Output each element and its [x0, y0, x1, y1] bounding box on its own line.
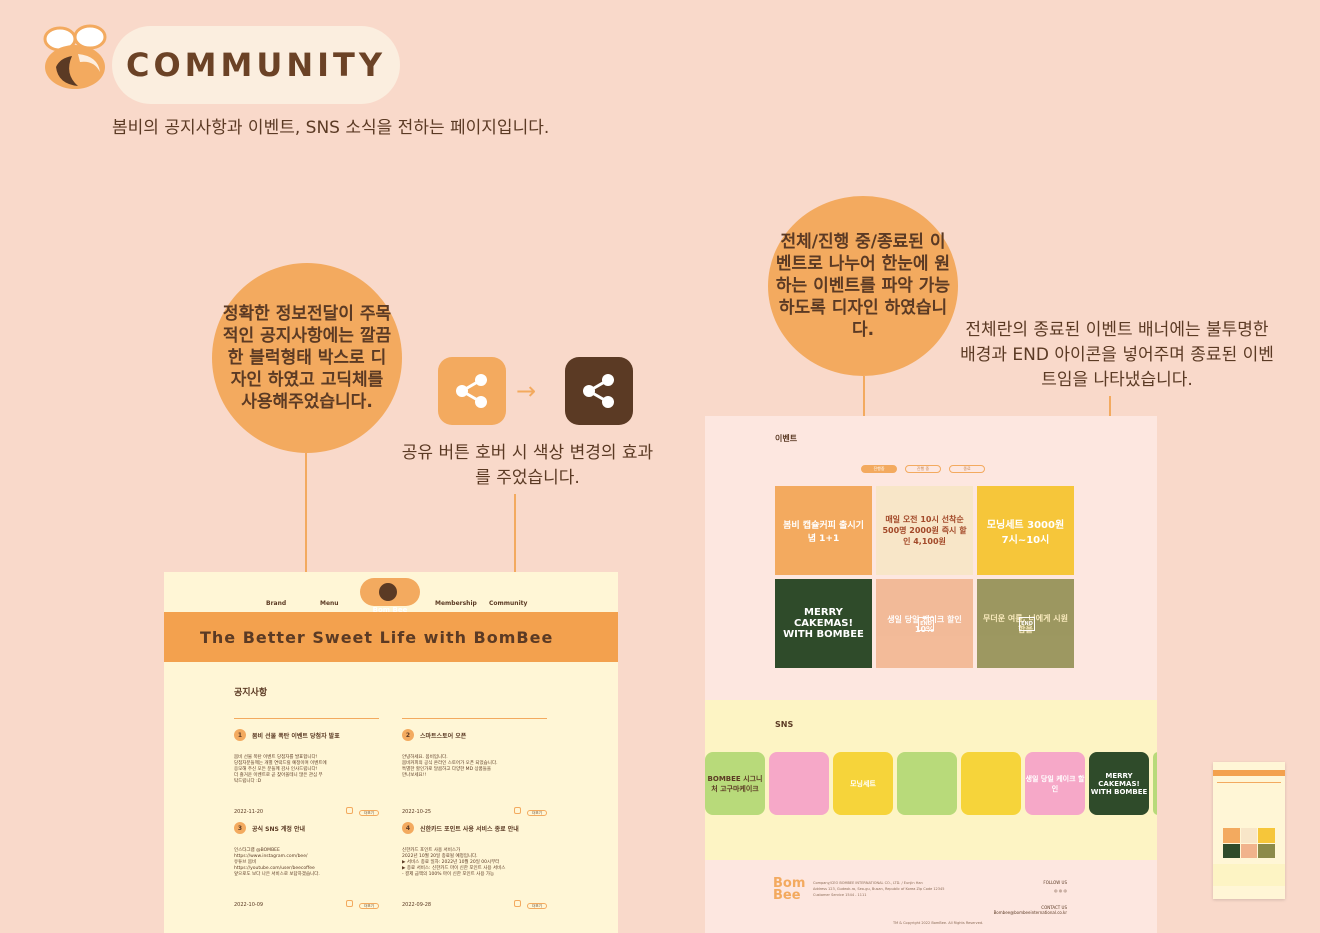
notice-body: 봄비 선물 폭탄 이벤트 당첨자를 발표합니다! 당첨자분들께는 개별 연락드릴… — [234, 755, 327, 784]
page-title-pill: COMMUNITY — [112, 26, 400, 104]
event-page-mockup: 이벤트 진행중 진행 중 종료 봄비 캡슐커피 출시기념 1+1 매일 오전 1… — [705, 416, 1157, 933]
more-button[interactable]: 더보기 — [359, 903, 379, 909]
mock-nav: Brand Menu Membership Community Bom Bee — [164, 572, 618, 614]
callout-notice-text: 정확한 정보전달이 주목적인 공지사항에는 깔끔한 블럭형태 박스로 디자인 하… — [222, 304, 392, 412]
callout-filter: 전체/진행 중/종료된 이벤트로 나누어 한눈에 원하는 이벤트를 파악 가능하… — [768, 196, 958, 376]
event-banner-ended[interactable]: 무더운 여름, 너에게 시원함을 END — [977, 579, 1074, 668]
event-banner-text: 모닝세트 3000원 7시~10시 — [986, 519, 1065, 546]
event-banner[interactable]: 매일 오전 10시 선착순 500명 2000원 즉시 할인 4,100원 — [876, 486, 973, 575]
contact-email[interactable]: Bombee@bombeeinternational.co.kr — [994, 910, 1067, 915]
footer-right: FOLLOW US ◎ ◎ ◎ CONTACT US Bombee@bombee… — [994, 880, 1067, 915]
nav-menu[interactable]: Menu — [320, 600, 339, 607]
follow-label: FOLLOW US — [1043, 880, 1067, 885]
event-banner[interactable]: MERRY CAKEMAS! WITH BOMBEE — [775, 579, 872, 668]
share-icon — [456, 374, 487, 408]
end-icon: END — [1019, 617, 1035, 631]
sns-card[interactable] — [769, 752, 829, 815]
filter-ongoing[interactable]: 진행 중 — [905, 465, 941, 473]
filter-ended[interactable]: 종료 — [949, 465, 985, 473]
mock-logo[interactable]: Bom Bee — [360, 578, 420, 614]
notice-body: 인스타그램 @BOMBEE https://www.instagram.com/… — [234, 848, 320, 877]
share-icon[interactable] — [514, 900, 521, 907]
arrow-right-icon: → — [516, 377, 537, 405]
mock-footer: Bom Bee Company/CEO BOMBEE INTERNATIONAL… — [705, 860, 1157, 933]
sns-card-text: MERRY CAKEMAS! WITH BOMBEE — [1090, 771, 1148, 796]
callout-ended: 전체란의 종료된 이벤트 배너에는 불투명한 배경과 END 아이콘을 넣어주며… — [960, 320, 1274, 390]
footer-logo: Bom Bee — [773, 876, 806, 903]
notice-title: 스마트스토어 오픈 — [420, 732, 467, 740]
filter-all[interactable]: 진행중 — [861, 465, 897, 473]
notice-page-mockup: Brand Menu Membership Community Bom Bee … — [164, 572, 618, 933]
share-icon[interactable] — [346, 900, 353, 907]
notice-number: 4 — [402, 822, 414, 834]
nav-community[interactable]: Community — [489, 600, 527, 607]
sns-card[interactable]: BOMBEE 시그니처 고구마케이크 — [705, 752, 765, 815]
sns-card[interactable]: 모닝세트 — [833, 752, 893, 815]
event-banner-text: 매일 오전 10시 선착순 500명 2000원 즉시 할인 4,100원 — [882, 515, 967, 546]
notice-card[interactable]: 2 스마트스토어 오픈 안녕하세요. 봄비입니다. 봄비커피의 공식 온라인 스토… — [402, 718, 547, 816]
social-icons[interactable]: ◎ ◎ ◎ — [994, 888, 1067, 893]
page-title: COMMUNITY — [125, 46, 387, 84]
connector-line — [305, 453, 307, 586]
notice-card[interactable]: 4 신한카드 포인트 사용 서비스 종료 안내 신한카드 포인트 사용 서비스가 … — [402, 812, 547, 909]
event-banner-ended[interactable]: 생일 당일 케이크 할인 10% END — [876, 579, 973, 668]
notice-date: 2022-09-28 — [402, 901, 432, 908]
sns-card-text: 생일 당일 케이크 할인 — [1025, 774, 1085, 793]
brand-logo — [38, 22, 110, 92]
copyright: TM & Copyright 2022 BomBee. All Rights R… — [893, 921, 984, 925]
share-icon — [583, 374, 614, 408]
notice-number: 3 — [234, 822, 246, 834]
notice-number: 2 — [402, 729, 414, 741]
marquee-text: The Better Sweet Life with BomBee — [200, 627, 554, 647]
notice-date: 2022-10-09 — [234, 901, 264, 908]
notice-heading: 공지사항 — [234, 688, 268, 698]
sns-card[interactable] — [897, 752, 957, 815]
notice-title: 봄비 선물 폭탄 이벤트 당첨자 발표 — [252, 732, 340, 740]
sns-carousel: BOMBEE 시그니처 고구마케이크 모닝세트 생일 당일 케이크 할인 MER… — [705, 752, 1157, 815]
callout-notice: 정확한 정보전달이 주목적인 공지사항에는 깔끔한 블럭형태 박스로 디자인 하… — [212, 263, 402, 453]
sns-card[interactable] — [1153, 752, 1157, 815]
sns-card[interactable] — [961, 752, 1021, 815]
event-banner-text: MERRY CAKEMAS! WITH BOMBEE — [783, 607, 864, 640]
more-button[interactable]: 더보기 — [527, 903, 547, 909]
footer-info: Company/CEO BOMBEE INTERNATIONAL CO., LT… — [813, 881, 945, 897]
notice-card[interactable]: 1 봄비 선물 폭탄 이벤트 당첨자 발표 봄비 선물 폭탄 이벤트 당첨자를 발… — [234, 718, 379, 816]
page-subtitle: 봄비의 공지사항과 이벤트, SNS 소식을 전하는 페이지입니다. — [112, 118, 550, 138]
sns-card-text: 모닝세트 — [850, 779, 876, 788]
callout-filter-text: 전체/진행 중/종료된 이벤트로 나누어 한눈에 원하는 이벤트를 파악 가능하… — [775, 232, 951, 340]
full-page-thumbnail — [1213, 762, 1285, 899]
event-heading: 이벤트 — [775, 434, 798, 443]
sns-section: SNS BOMBEE 시그니처 고구마케이크 모닝세트 생일 당일 케이크 할인… — [705, 700, 1157, 860]
sns-card[interactable]: MERRY CAKEMAS! WITH BOMBEE — [1089, 752, 1149, 815]
nav-membership[interactable]: Membership — [435, 600, 477, 607]
event-banner[interactable]: 봄비 캡슐커피 출시기념 1+1 — [775, 486, 872, 575]
event-filter-tabs: 진행중 진행 중 종료 — [861, 465, 985, 473]
event-banner-text: 봄비 캡슐커피 출시기념 1+1 — [783, 520, 864, 544]
end-icon: END — [918, 617, 934, 631]
notice-number: 1 — [234, 729, 246, 741]
nav-brand[interactable]: Brand — [266, 600, 286, 607]
callout-share: 공유 버튼 호버 시 색상 변경의 효과를 주었습니다. — [401, 443, 654, 488]
event-grid: 봄비 캡슐커피 출시기념 1+1 매일 오전 10시 선착순 500명 2000… — [775, 486, 1074, 668]
sns-card-text: BOMBEE 시그니처 고구마케이크 — [707, 774, 763, 793]
event-banner[interactable]: 모닝세트 3000원 7시~10시 — [977, 486, 1074, 575]
sns-heading: SNS — [775, 720, 794, 729]
share-button-default — [438, 357, 506, 425]
notice-title: 공식 SNS 계정 안내 — [252, 825, 306, 833]
notice-body: 신한카드 포인트 사용 서비스가 2022년 10월 20일 종료될 예정입니다… — [402, 848, 506, 877]
notice-card[interactable]: 3 공식 SNS 계정 안내 인스타그램 @BOMBEE https://www.… — [234, 812, 379, 909]
notice-body: 안녕하세요. 봄비입니다. 봄비커피의 공식 온라인 스토어가 오픈 되었습니다… — [402, 755, 498, 778]
sns-card[interactable]: 생일 당일 케이크 할인 — [1025, 752, 1085, 815]
share-button-hover — [565, 357, 633, 425]
marquee-banner: The Better Sweet Life with BomBee T — [164, 612, 618, 662]
notice-title: 신한카드 포인트 사용 서비스 종료 안내 — [420, 825, 519, 833]
